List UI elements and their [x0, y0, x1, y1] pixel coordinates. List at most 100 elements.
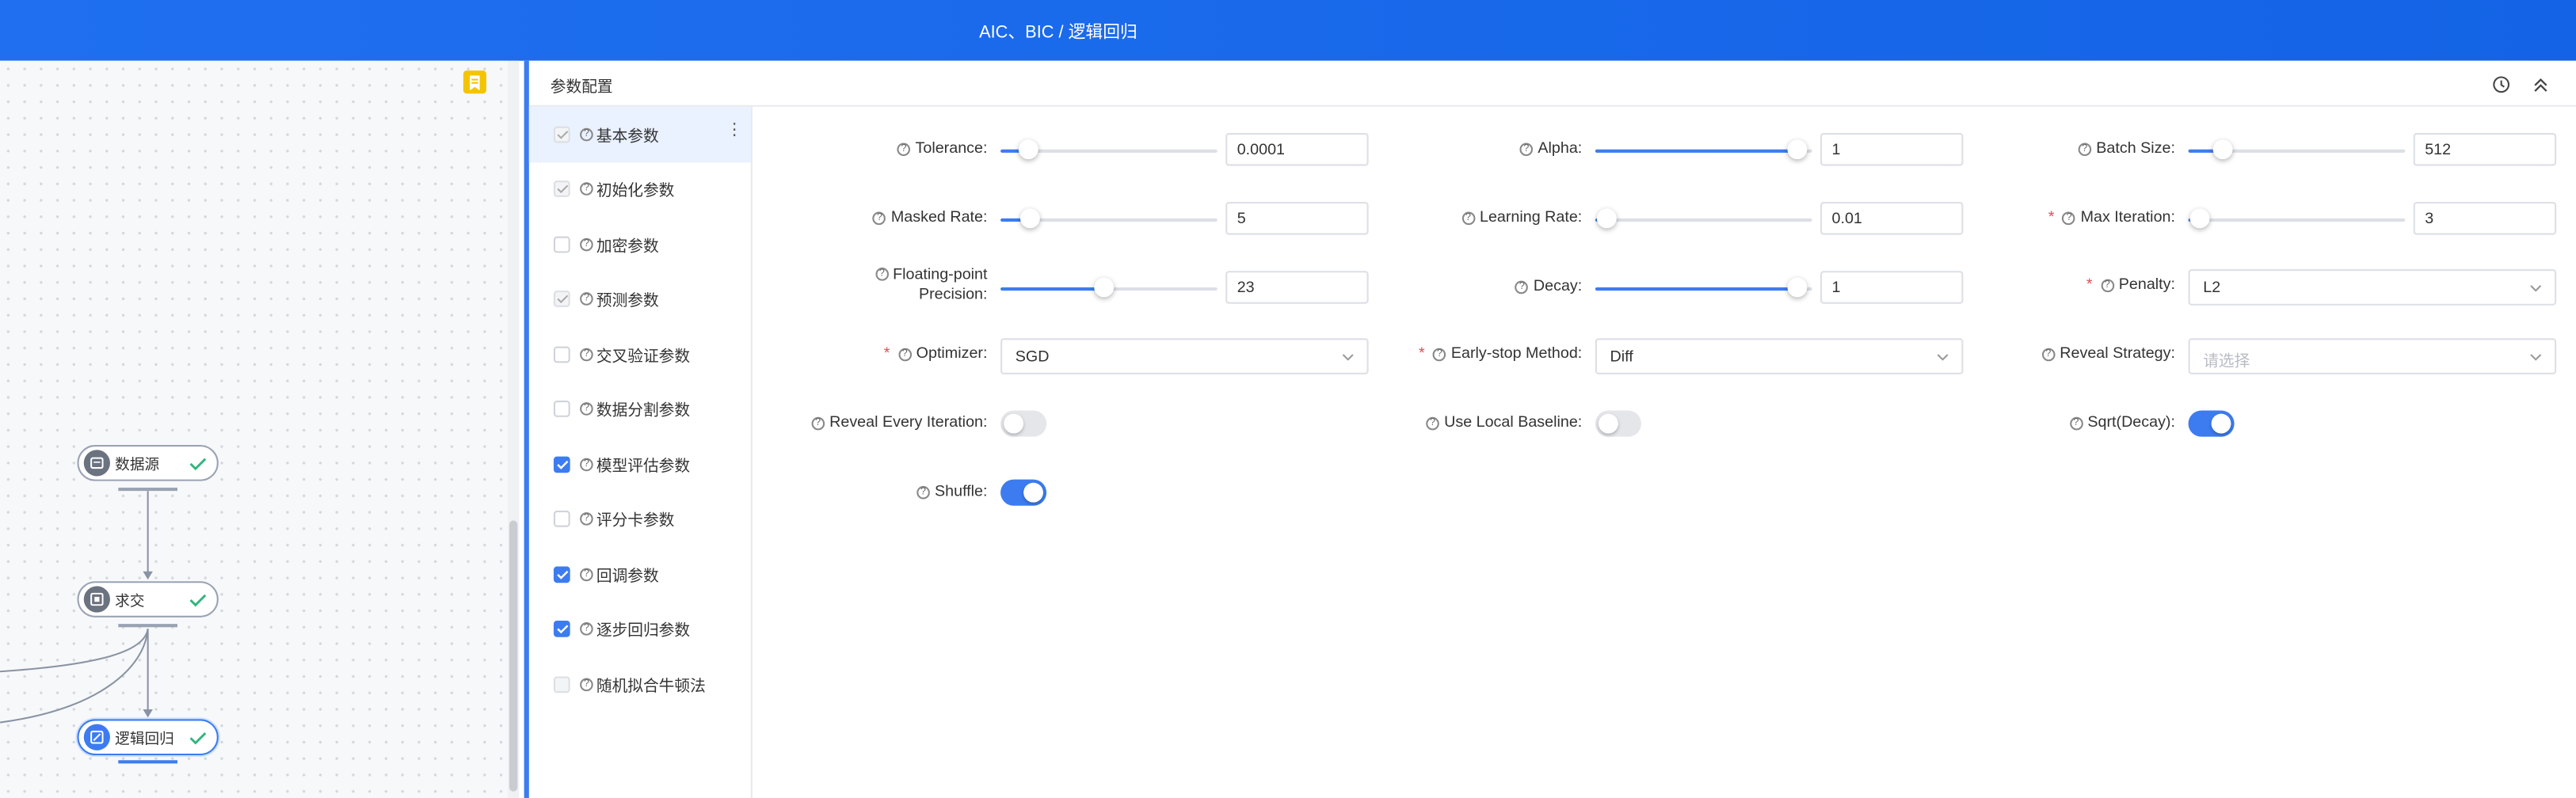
node-port — [118, 487, 177, 492]
tolerance-slider[interactable] — [1000, 139, 1218, 160]
penalty-select[interactable]: L2 — [2188, 269, 2557, 306]
slider-handle[interactable] — [2189, 208, 2209, 229]
slider-handle[interactable] — [1786, 139, 1807, 160]
masked-rate-slider[interactable] — [1000, 208, 1218, 229]
penalty-value: L2 — [2203, 279, 2221, 298]
clock-icon[interactable] — [2492, 72, 2510, 101]
tab-label: 预测参数 — [596, 292, 659, 311]
tab-init[interactable]: ? 初始化参数 — [529, 162, 751, 216]
tab-model-eval[interactable]: ? 模型评估参数 — [529, 437, 751, 492]
database-icon — [83, 450, 110, 477]
slider-handle[interactable] — [1095, 277, 1115, 298]
more-vertical-icon[interactable]: ⋮ — [726, 123, 743, 140]
slider-fill — [1595, 287, 1797, 291]
required-mark: * — [2086, 276, 2093, 294]
node-logistic-regression[interactable]: 逻辑回归 — [77, 719, 219, 756]
tab-scorecard[interactable]: ? 评分卡参数 — [529, 492, 751, 546]
tab-stepwise[interactable]: ? 逐步回归参数 — [529, 602, 751, 656]
decay-slider[interactable] — [1595, 277, 1812, 298]
field-max-iteration: *? Max Iteration: 3 — [2048, 202, 2557, 238]
slider-handle[interactable] — [2212, 139, 2233, 160]
model-icon — [83, 724, 110, 750]
masked-rate-input[interactable]: 5 — [1225, 202, 1369, 235]
learning-rate-slider[interactable] — [1595, 208, 1812, 229]
reveal-strategy-select[interactable]: 请选择 — [2188, 338, 2557, 374]
tab-checkbox[interactable] — [553, 126, 570, 142]
tab-checkbox[interactable] — [553, 236, 570, 253]
slider-handle[interactable] — [1786, 277, 1807, 298]
tab-checkbox[interactable] — [553, 675, 570, 693]
scrollbar-thumb[interactable] — [509, 520, 518, 792]
reveal-every-iteration-switch[interactable] — [1000, 410, 1047, 437]
node-port — [118, 624, 177, 628]
tab-newton[interactable]: ? 随机拟合牛顿法 — [529, 657, 751, 712]
field-reveal-strategy: ? Reveal Strategy: 请选择 — [2041, 338, 2557, 374]
tab-callback[interactable]: ? 回调参数 — [529, 547, 751, 602]
help-icon: ? — [580, 568, 593, 581]
help-icon: ? — [580, 182, 593, 196]
floating-precision-input[interactable]: 23 — [1225, 271, 1369, 304]
tab-checkbox[interactable] — [553, 291, 570, 308]
help-icon: ? — [580, 238, 593, 251]
tab-checkbox[interactable] — [553, 511, 570, 528]
tolerance-input[interactable]: 0.0001 — [1225, 132, 1369, 166]
masked-rate-label: Masked Rate: — [890, 208, 988, 227]
tab-label: 逐步回归参数 — [596, 622, 691, 641]
batch-size-input[interactable]: 512 — [2413, 132, 2557, 166]
help-icon: ? — [580, 348, 593, 361]
shuffle-switch[interactable] — [1000, 479, 1047, 506]
node-intersection[interactable]: 求交 — [77, 581, 219, 618]
collapse-up-icon[interactable] — [2532, 72, 2550, 101]
bookmark-icon[interactable] — [463, 70, 486, 94]
help-icon: ? — [2041, 347, 2056, 361]
required-mark: * — [883, 344, 890, 363]
alpha-input[interactable]: 1 — [1820, 132, 1964, 166]
field-alpha: ? Alpha: 1 — [1519, 132, 1964, 169]
tab-checkbox[interactable] — [553, 401, 570, 418]
chevron-down-icon — [2530, 354, 2542, 361]
node-data-source[interactable]: 数据源 — [77, 445, 219, 481]
batch-size-slider[interactable] — [2188, 139, 2406, 160]
tab-label: 初始化参数 — [596, 182, 675, 201]
tab-checkbox[interactable] — [553, 180, 570, 198]
panel-title: 参数配置 — [550, 78, 613, 97]
field-floating-precision: ? Floating-point Precision: 23 — [875, 266, 1369, 307]
tab-checkbox[interactable] — [553, 566, 570, 583]
check-icon — [189, 731, 207, 744]
early-stop-select[interactable]: Diff — [1595, 338, 1964, 374]
max-iteration-input[interactable]: 3 — [2413, 202, 2557, 235]
tab-encryption[interactable]: ? 加密参数 — [529, 217, 751, 272]
tab-data-split[interactable]: ? 数据分割参数 — [529, 382, 751, 436]
tab-label: 加密参数 — [596, 238, 659, 256]
field-use-local-baseline: ? Use Local Baseline: — [1426, 407, 1694, 443]
help-icon: ? — [1426, 416, 1439, 430]
floating-precision-label: Floating-point Precision: — [893, 265, 988, 304]
reveal-strategy-label: Reveal Strategy: — [2060, 344, 2175, 363]
tab-basic[interactable]: ? 基本参数 ⋮ — [528, 106, 751, 162]
tab-checkbox[interactable] — [553, 346, 570, 363]
help-icon: ? — [875, 268, 889, 282]
decay-input[interactable]: 1 — [1820, 271, 1964, 304]
field-penalty: *? Penalty: L2 — [2086, 269, 2557, 306]
workflow-canvas[interactable]: 数据源 求交 逻辑回归 — [0, 60, 508, 798]
optimizer-select[interactable]: SGD — [1000, 338, 1369, 374]
alpha-slider[interactable] — [1595, 139, 1812, 160]
slider-handle[interactable] — [1596, 208, 1616, 229]
slider-handle[interactable] — [1020, 208, 1041, 229]
tab-checkbox[interactable] — [553, 621, 570, 638]
learning-rate-input[interactable]: 0.01 — [1820, 202, 1964, 235]
help-icon: ? — [811, 416, 825, 430]
tab-cross-validation[interactable]: ? 交叉验证参数 — [529, 327, 751, 382]
use-local-baseline-switch[interactable] — [1595, 410, 1641, 437]
required-mark: * — [1419, 344, 1425, 363]
chevron-down-icon — [2530, 285, 2542, 292]
tab-checkbox[interactable] — [553, 456, 570, 473]
slider-handle[interactable] — [1019, 139, 1039, 160]
sqrt-decay-switch[interactable] — [2188, 410, 2235, 437]
tab-label: 模型评估参数 — [596, 458, 691, 476]
optimizer-value: SGD — [1015, 348, 1050, 367]
canvas-scrollbar[interactable] — [507, 60, 520, 798]
max-iteration-slider[interactable] — [2188, 208, 2406, 229]
tab-predict[interactable]: ? 预测参数 — [529, 272, 751, 326]
floating-precision-slider[interactable] — [1000, 277, 1218, 298]
